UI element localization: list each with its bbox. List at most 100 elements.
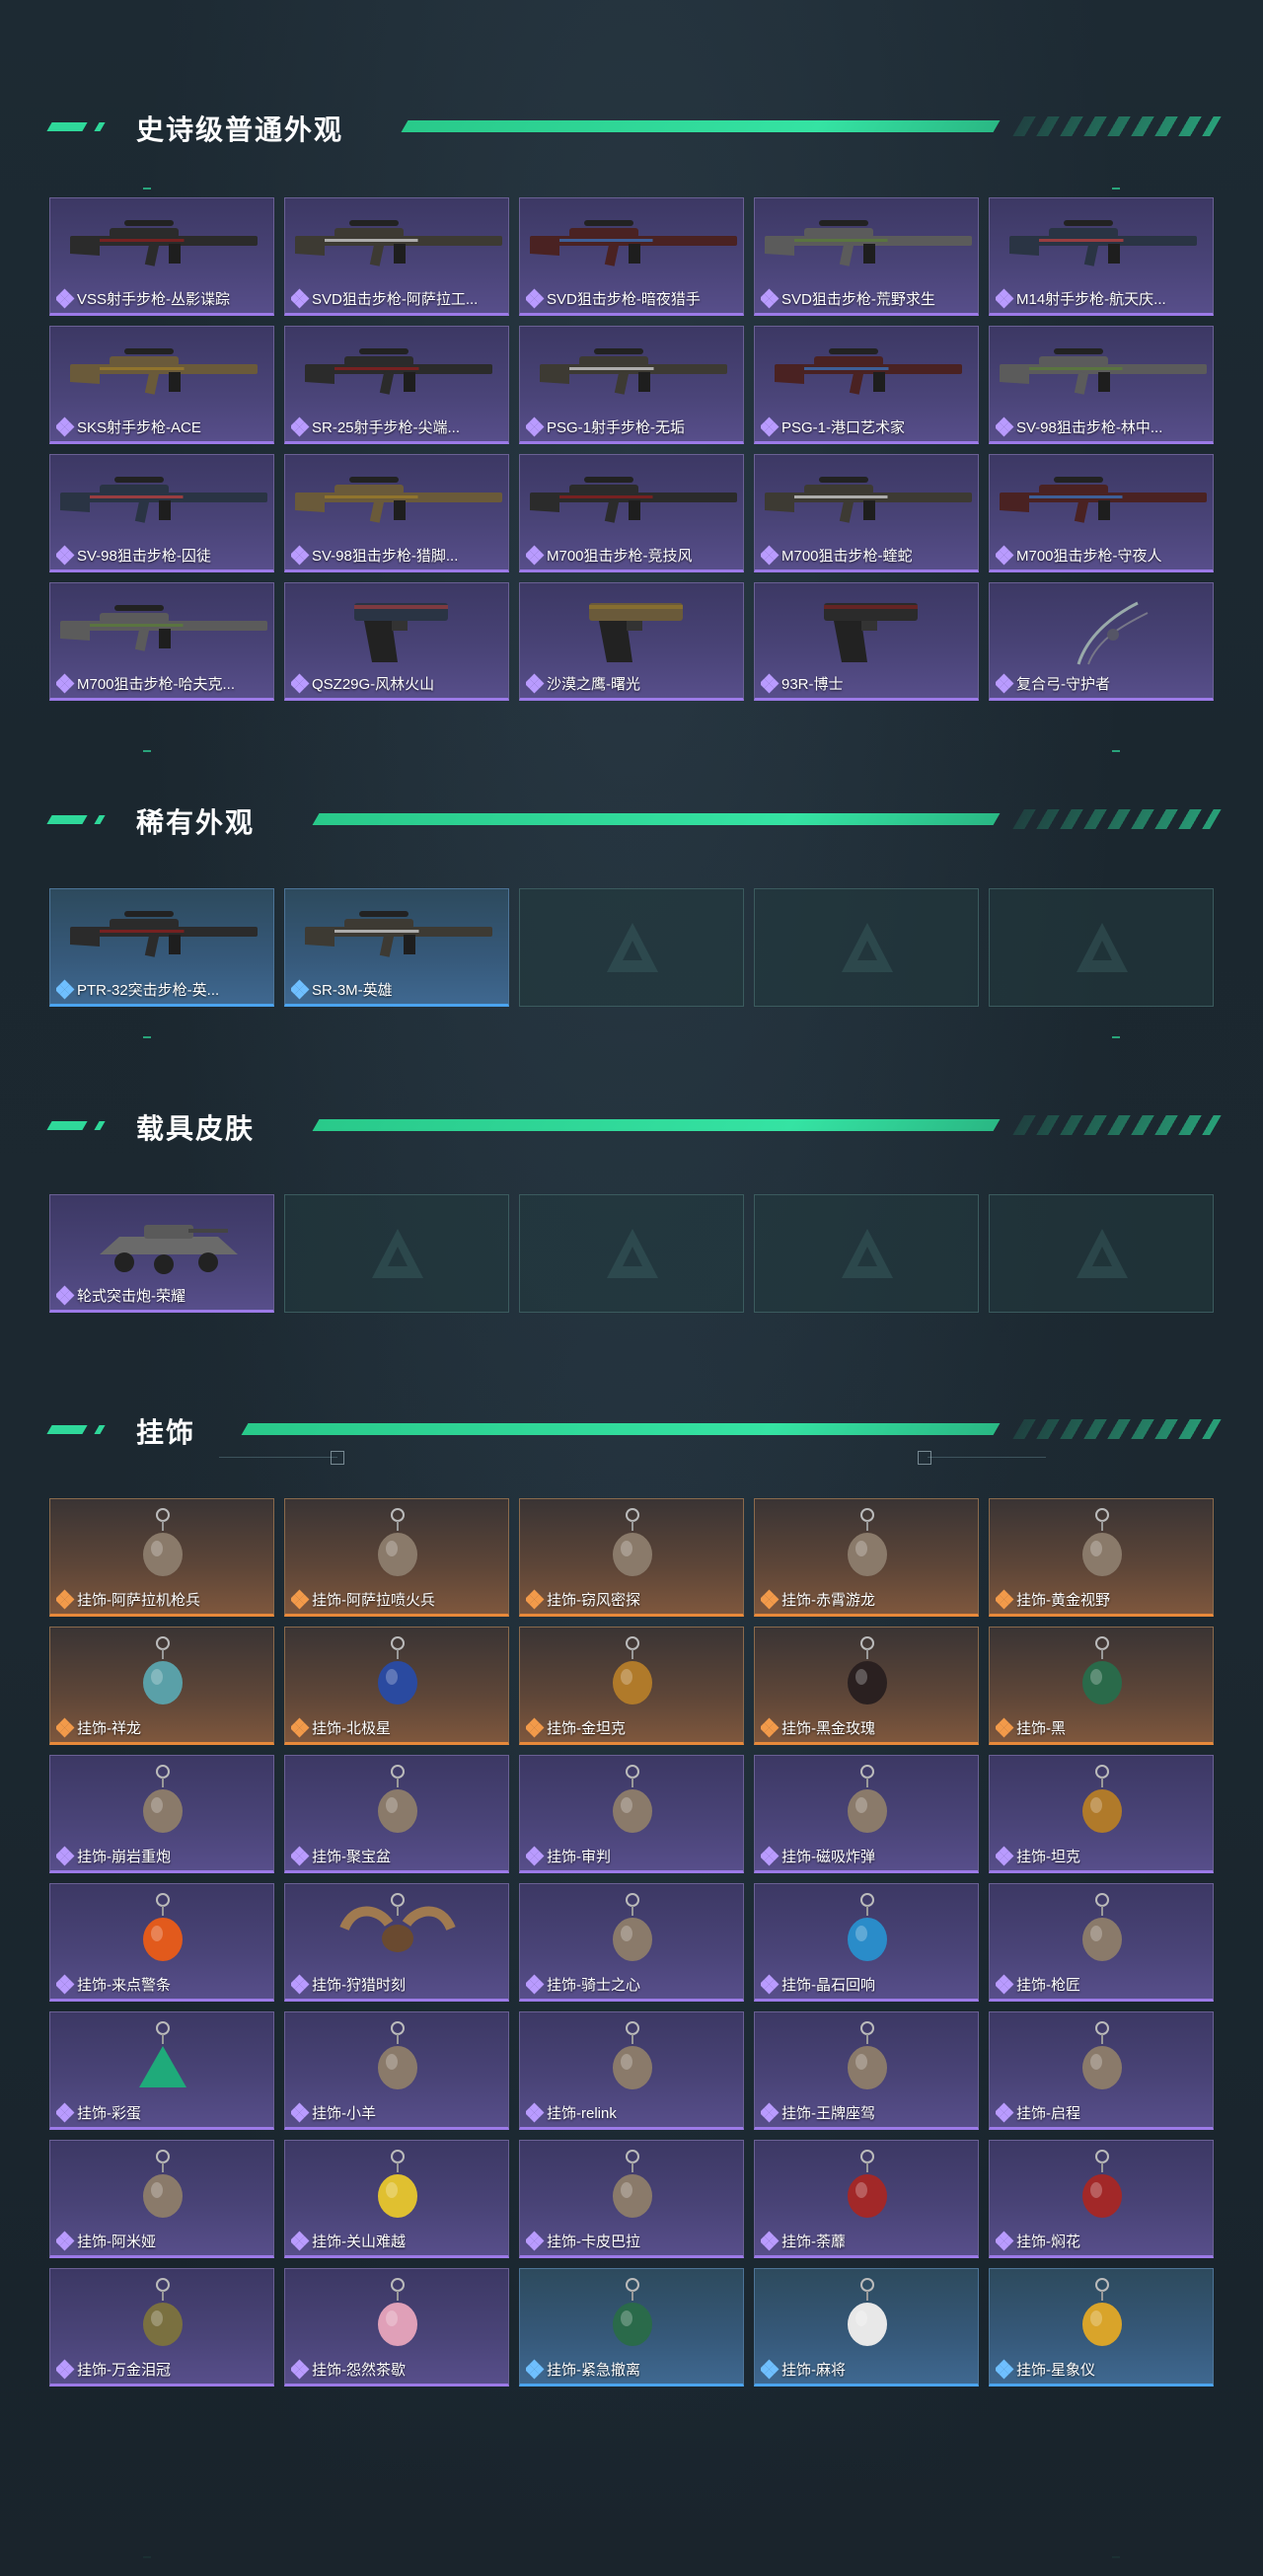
item-card[interactable]: QSZ29G-风林火山 xyxy=(284,582,509,701)
item-card[interactable]: 挂饰-黑 xyxy=(989,1627,1214,1745)
item-card[interactable]: 挂饰-枪匠 xyxy=(989,1883,1214,2002)
item-card[interactable]: SVD狙击步枪-暗夜猎手 xyxy=(519,197,744,316)
item-card[interactable]: 挂饰-狩猎时刻 xyxy=(284,1883,509,2002)
item-card[interactable]: 93R-博士 xyxy=(754,582,979,701)
item-card[interactable]: M700狙击步枪-哈夫克... xyxy=(49,582,274,701)
item-card[interactable]: SKS射手步枪-ACE xyxy=(49,326,274,444)
item-name: 挂饰-荼蘼 xyxy=(781,2234,846,2250)
item-card[interactable]: 挂饰-祥龙 xyxy=(49,1627,274,1745)
item-name: 沙漠之鹰-曙光 xyxy=(547,676,640,693)
item-card[interactable]: 挂饰-阿萨拉喷火兵 xyxy=(284,1498,509,1617)
item-card[interactable]: 挂饰-启程 xyxy=(989,2011,1214,2130)
charm-sheep-icon xyxy=(378,2021,417,2089)
item-card[interactable]: 挂饰-关山难越 xyxy=(284,2140,509,2258)
item-label-row: SR-25射手步枪-尖端... xyxy=(291,417,504,437)
item-card[interactable]: 挂饰-晶石回响 xyxy=(754,1883,979,2002)
item-card[interactable]: 挂饰-黄金视野 xyxy=(989,1498,1214,1617)
item-card[interactable]: 挂饰-万金泪冠 xyxy=(49,2268,274,2387)
rarity-diamond-icon xyxy=(761,1589,780,1609)
item-label-row: 挂饰-狩猎时刻 xyxy=(291,1974,504,1995)
item-card[interactable]: 复合弓-守护者 xyxy=(989,582,1214,701)
item-card[interactable]: SVD狙击步枪-阿萨拉工... xyxy=(284,197,509,316)
item-card[interactable]: SVD狙击步枪-荒野求生 xyxy=(754,197,979,316)
item-name: 挂饰-祥龙 xyxy=(77,1720,141,1737)
item-card[interactable]: 挂饰-紧急撤离 xyxy=(519,2268,744,2387)
item-card[interactable]: SV-98狙击步枪-囚徒 xyxy=(49,454,274,572)
item-name: M700狙击步枪-竞技风 xyxy=(547,548,693,565)
smg-icon xyxy=(305,911,492,957)
item-card[interactable]: 挂饰-北极星 xyxy=(284,1627,509,1745)
item-card[interactable]: 挂饰-阿米娅 xyxy=(49,2140,274,2258)
item-card[interactable]: M700狙击步枪-守夜人 xyxy=(989,454,1214,572)
item-card[interactable]: 挂饰-荼蘼 xyxy=(754,2140,979,2258)
decor-tick xyxy=(143,188,151,189)
rarity-diamond-icon xyxy=(761,1974,780,1994)
charm-fire-icon xyxy=(143,1893,183,1961)
item-card[interactable]: 挂饰-怨然茶歇 xyxy=(284,2268,509,2387)
item-card[interactable]: SR-3M-英雄 xyxy=(284,888,509,1007)
item-name: 挂饰-焖花 xyxy=(1016,2234,1080,2250)
item-card[interactable]: 挂饰-磁吸炸弹 xyxy=(754,1755,979,1873)
item-name: 挂饰-relink xyxy=(547,2105,617,2122)
item-card[interactable]: 挂饰-星象仪 xyxy=(989,2268,1214,2387)
item-label-row: 挂饰-北极星 xyxy=(291,1717,504,1738)
item-card[interactable]: M700狙击步枪-蝰蛇 xyxy=(754,454,979,572)
item-card[interactable]: 挂饰-崩岩重炮 xyxy=(49,1755,274,1873)
item-name: SV-98狙击步枪-猎脚... xyxy=(312,548,459,565)
charm-can-icon xyxy=(378,2150,417,2218)
rarity-diamond-icon xyxy=(526,1717,545,1737)
charm-star-icon xyxy=(378,1636,417,1705)
item-label-row: 挂饰-黄金视野 xyxy=(996,1589,1209,1610)
item-card[interactable]: 挂饰-来点警条 xyxy=(49,1883,274,2002)
section-title: 稀有外观 xyxy=(136,807,256,838)
item-card[interactable]: 挂饰-审判 xyxy=(519,1755,744,1873)
item-card[interactable]: 挂饰-卡皮巴拉 xyxy=(519,2140,744,2258)
item-card[interactable]: SV-98狙击步枪-林中... xyxy=(989,326,1214,444)
item-label-row: 挂饰-焖花 xyxy=(996,2231,1209,2251)
item-label-row: SVD狙击步枪-阿萨拉工... xyxy=(291,288,504,309)
item-card[interactable]: 挂饰-彩蛋 xyxy=(49,2011,274,2130)
item-card[interactable]: 挂饰-窃风密探 xyxy=(519,1498,744,1617)
sniper-rifle-icon xyxy=(60,477,267,523)
item-card[interactable]: M14射手步枪-航天庆... xyxy=(989,197,1214,316)
item-card[interactable]: M700狙击步枪-竞技风 xyxy=(519,454,744,572)
item-card[interactable]: VSS射手步枪-丛影谍踪 xyxy=(49,197,274,316)
item-card[interactable]: 挂饰-焖花 xyxy=(989,2140,1214,2258)
rarity-diamond-icon xyxy=(996,417,1014,436)
item-card[interactable]: 挂饰-赤霄游龙 xyxy=(754,1498,979,1617)
item-card[interactable]: PSG-1-港口艺术家 xyxy=(754,326,979,444)
placeholder-logo-icon xyxy=(1077,1229,1128,1278)
item-card[interactable]: 挂饰-骑士之心 xyxy=(519,1883,744,2002)
item-card[interactable]: 挂饰-relink xyxy=(519,2011,744,2130)
item-card[interactable]: 轮式突击炮-荣耀 xyxy=(49,1194,274,1313)
item-name: 挂饰-星象仪 xyxy=(1016,2362,1095,2379)
item-label-row: M14射手步枪-航天庆... xyxy=(996,288,1209,309)
item-label-row: SVD狙击步枪-暗夜猎手 xyxy=(526,288,739,309)
rifle-icon xyxy=(305,348,492,395)
rarity-diamond-icon xyxy=(56,1589,75,1609)
item-card[interactable]: 挂饰-阿萨拉机枪兵 xyxy=(49,1498,274,1617)
pistol-icon xyxy=(824,603,918,662)
item-card[interactable]: PTR-32突击步枪-英... xyxy=(49,888,274,1007)
rarity-diamond-icon xyxy=(56,545,75,565)
rarity-diamond-icon xyxy=(291,1717,310,1737)
item-card[interactable]: 挂饰-坦克 xyxy=(989,1755,1214,1873)
item-label-row: 挂饰-紧急撤离 xyxy=(526,2359,739,2380)
item-card[interactable]: 挂饰-金坦克 xyxy=(519,1627,744,1745)
item-card[interactable]: 沙漠之鹰-曙光 xyxy=(519,582,744,701)
item-name: 挂饰-万金泪冠 xyxy=(77,2362,171,2379)
item-card[interactable]: 挂饰-王牌座驾 xyxy=(754,2011,979,2130)
item-label-row: 挂饰-骑士之心 xyxy=(526,1974,739,1995)
epic-skin-grid: VSS射手步枪-丛影谍踪 SVD狙击步枪-阿萨拉工... SVD狙击步枪-暗夜猎手 S… xyxy=(49,197,1214,701)
item-name: 挂饰-启程 xyxy=(1016,2105,1080,2122)
item-label-row: 挂饰-枪匠 xyxy=(996,1974,1209,1995)
item-card[interactable]: 挂饰-聚宝盆 xyxy=(284,1755,509,1873)
item-card[interactable]: PSG-1射手步枪-无垢 xyxy=(519,326,744,444)
charm-figure-icon xyxy=(848,1508,887,1576)
pistol-icon xyxy=(589,603,683,662)
item-card[interactable]: SV-98狙击步枪-猎脚... xyxy=(284,454,509,572)
item-card[interactable]: SR-25射手步枪-尖端... xyxy=(284,326,509,444)
item-card[interactable]: 挂饰-麻将 xyxy=(754,2268,979,2387)
item-card[interactable]: 挂饰-黑金玫瑰 xyxy=(754,1627,979,1745)
item-card[interactable]: 挂饰-小羊 xyxy=(284,2011,509,2130)
